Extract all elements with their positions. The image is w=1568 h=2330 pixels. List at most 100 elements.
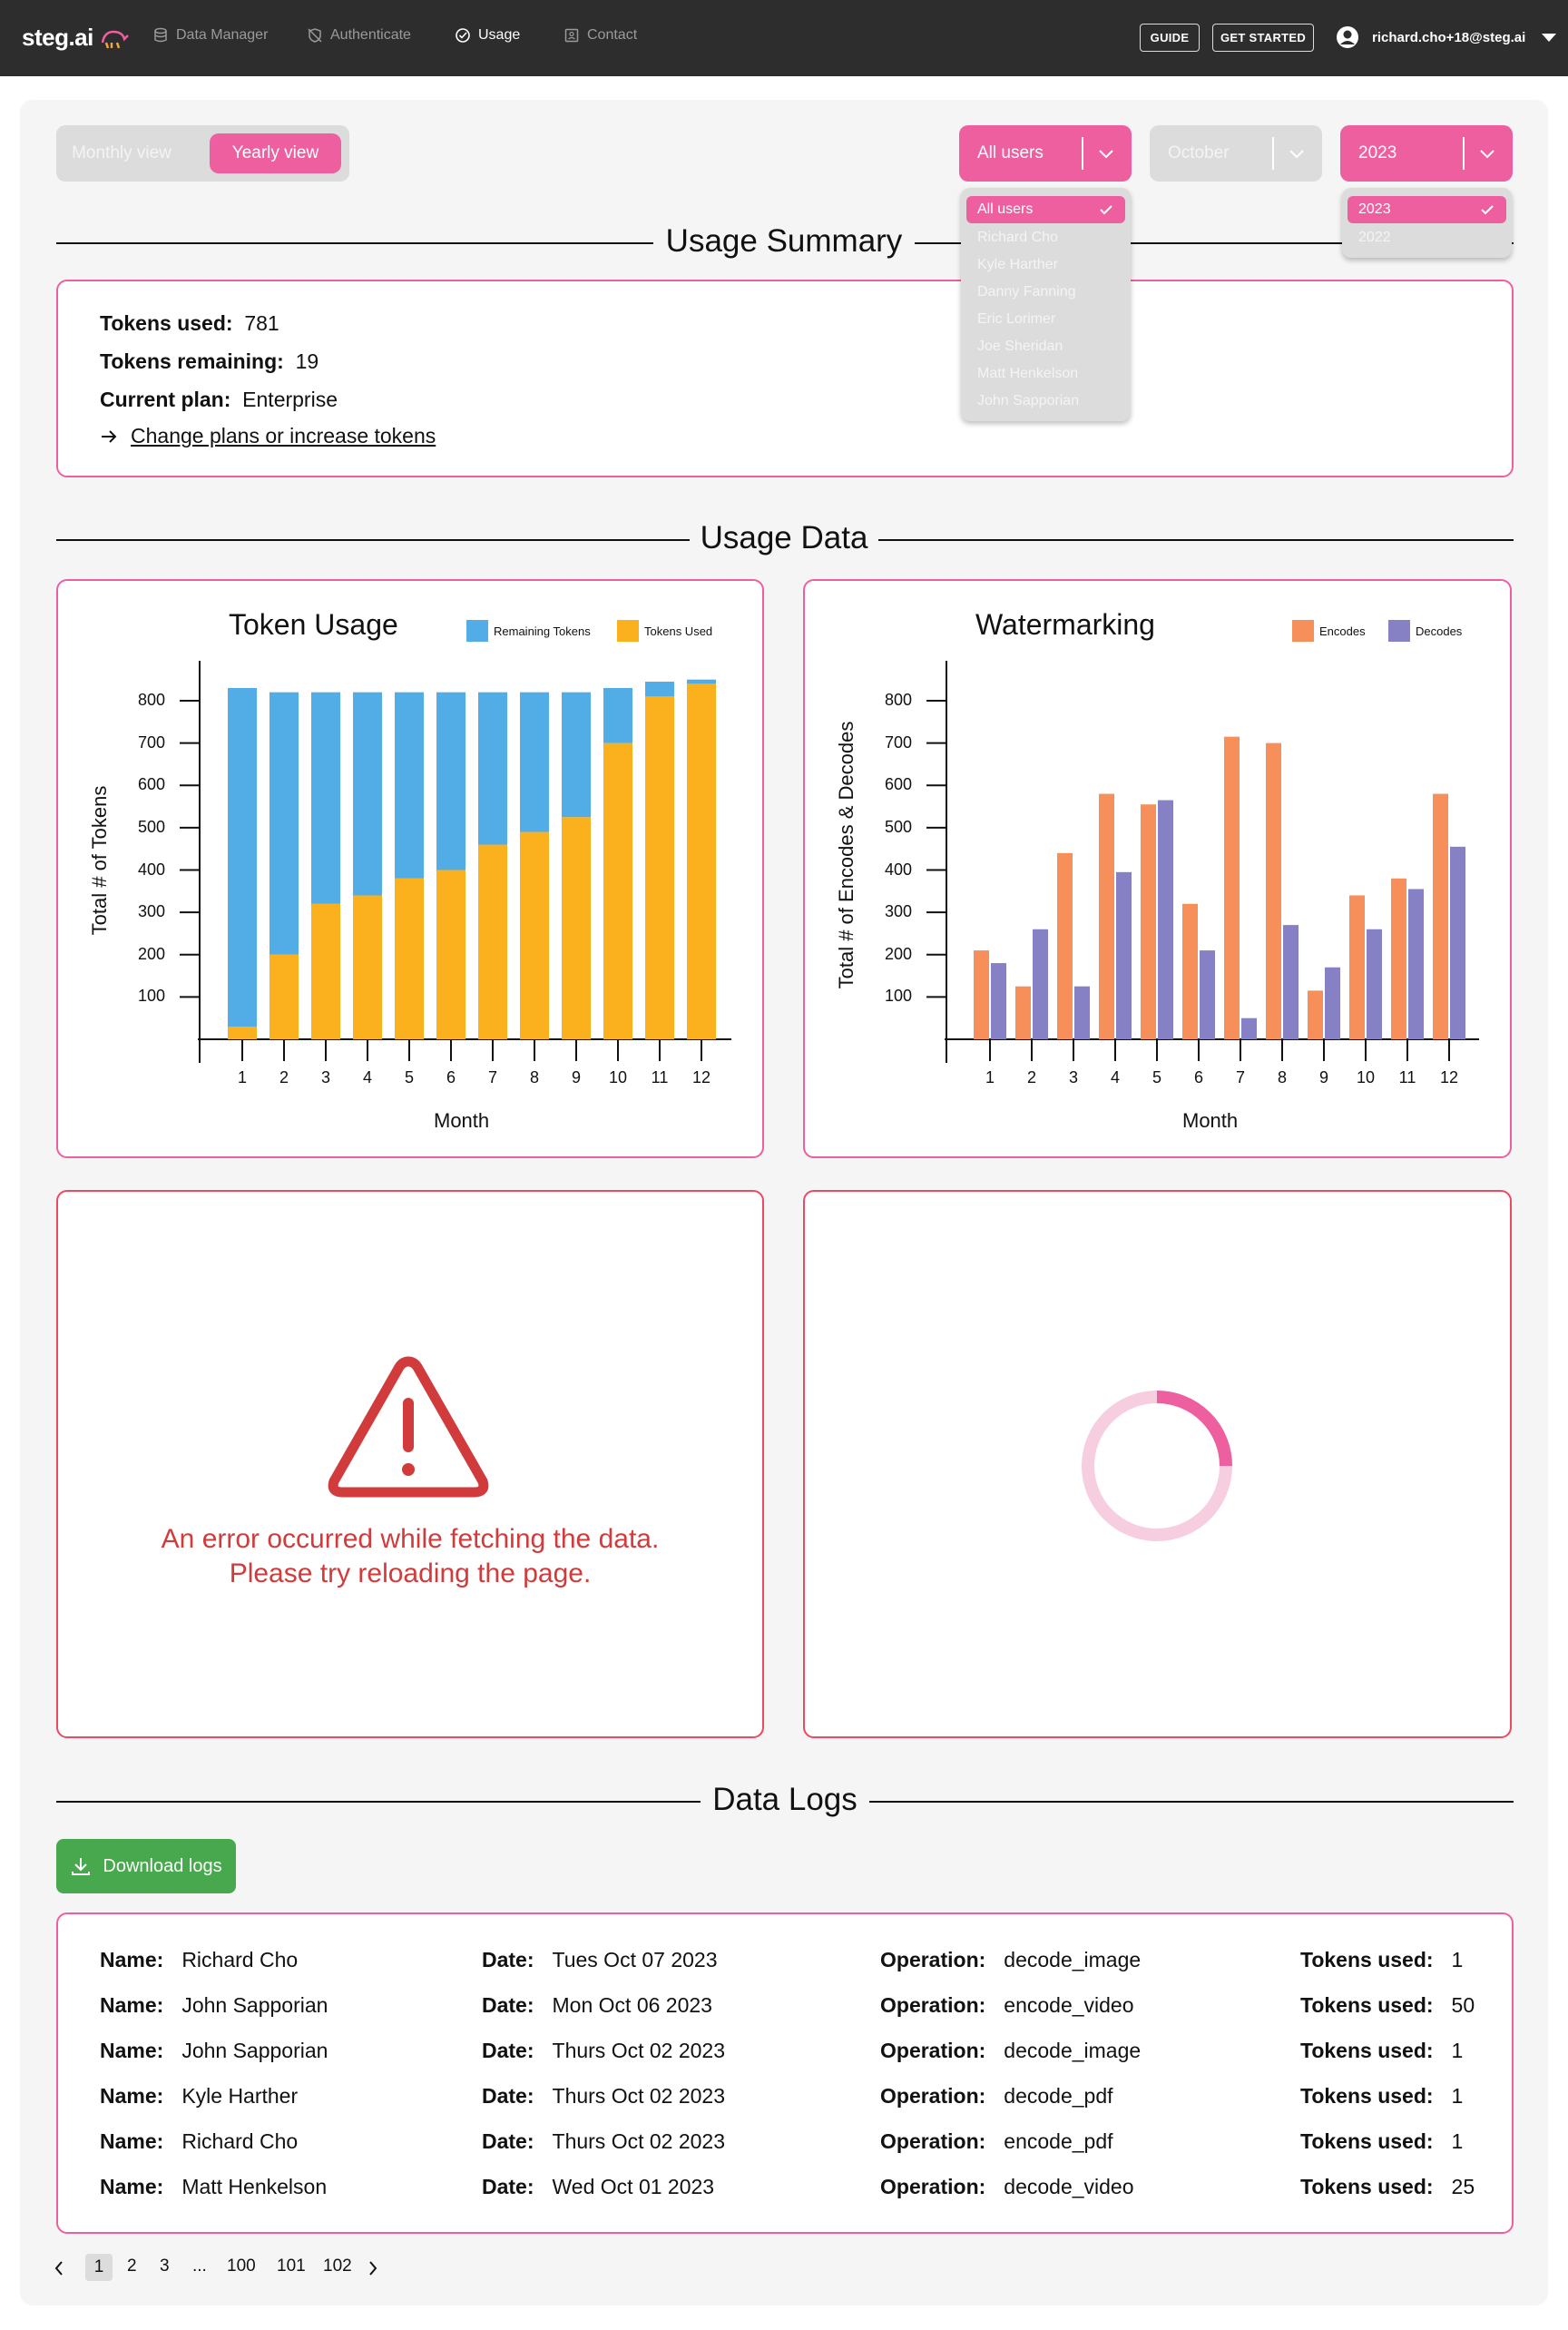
log-name-key: Name: xyxy=(100,2084,164,2108)
log-operation-value: decode_image xyxy=(1004,1948,1142,1971)
log-date-cell: Date: Wed Oct 01 2023 xyxy=(482,2175,714,2199)
log-operation-value: decode_image xyxy=(1004,2039,1142,2062)
log-tokens-cell: Tokens used: 50 xyxy=(1300,1993,1475,2018)
error-message: An error occurred while fetching the dat… xyxy=(56,1522,764,1591)
log-date-cell: Date: Thurs Oct 02 2023 xyxy=(482,2039,725,2063)
log-name-key: Name: xyxy=(100,1948,164,1971)
chevron-right-icon[interactable] xyxy=(367,2259,379,2277)
log-name-key: Name: xyxy=(100,2129,164,2153)
chevron-left-icon[interactable] xyxy=(53,2259,65,2277)
log-operation-value: encode_video xyxy=(1004,1993,1134,2017)
y-tick-label: 500 xyxy=(884,817,912,836)
log-operation-cell: Operation: encode_pdf xyxy=(880,2129,1113,2154)
log-date-cell: Date: Thurs Oct 02 2023 xyxy=(482,2084,725,2109)
log-tokens-value: 50 xyxy=(1451,1993,1475,2017)
log-operation-key: Operation: xyxy=(880,1993,986,2017)
log-tokens-cell: Tokens used: 1 xyxy=(1300,2084,1463,2109)
log-tokens-value: 1 xyxy=(1451,2084,1464,2108)
page-current[interactable]: 1 xyxy=(85,2254,113,2281)
log-tokens-cell: Tokens used: 1 xyxy=(1300,2039,1463,2063)
log-name-value: Richard Cho xyxy=(181,2129,299,2153)
log-tokens-key: Tokens used: xyxy=(1300,1993,1434,2017)
bar-decodes xyxy=(1408,889,1424,1039)
log-date-cell: Date: Tues Oct 07 2023 xyxy=(482,1948,718,1972)
bar-encodes xyxy=(1308,990,1323,1039)
page-link[interactable]: 2 xyxy=(127,2256,137,2276)
x-tick-label: 6 xyxy=(1193,1068,1203,1086)
log-tokens-cell: Tokens used: 1 xyxy=(1300,1948,1463,1972)
log-tokens-key: Tokens used: xyxy=(1300,2129,1434,2153)
download-logs-button[interactable]: Download logs xyxy=(56,1839,236,1893)
bar-encodes xyxy=(1099,793,1114,1039)
page-link[interactable]: 102 xyxy=(323,2256,352,2276)
error-line-1: An error occurred while fetching the dat… xyxy=(161,1524,660,1554)
page-link[interactable]: 3 xyxy=(160,2256,170,2276)
log-tokens-key: Tokens used: xyxy=(1300,2084,1434,2108)
bar-encodes xyxy=(974,950,989,1039)
log-date-cell: Date: Mon Oct 06 2023 xyxy=(482,1993,712,2018)
x-tick-label: 3 xyxy=(1068,1068,1078,1086)
x-tick-label: 5 xyxy=(1152,1068,1161,1086)
log-date-cell: Date: Thurs Oct 02 2023 xyxy=(482,2129,725,2154)
section-rule xyxy=(56,1801,701,1803)
bar-decodes xyxy=(1033,929,1048,1039)
bar-encodes xyxy=(1057,852,1073,1039)
bar-encodes xyxy=(1182,903,1198,1039)
log-name-value: John Sapporian xyxy=(181,1993,328,2017)
bar-decodes xyxy=(1200,950,1215,1039)
log-name-cell: Name: Matt Henkelson xyxy=(100,2175,327,2199)
log-date-key: Date: xyxy=(482,1993,534,2017)
bar-encodes xyxy=(1349,895,1365,1039)
log-name-value: John Sapporian xyxy=(181,2039,328,2062)
section-rule xyxy=(869,1801,1514,1803)
y-tick-label: 800 xyxy=(884,691,912,709)
y-tick-label: 100 xyxy=(884,987,912,1006)
log-operation-cell: Operation: decode_image xyxy=(880,2039,1141,2063)
log-date-value: Tues Oct 07 2023 xyxy=(552,1948,718,1971)
bar-decodes xyxy=(1367,929,1382,1039)
page-link[interactable]: 100 xyxy=(227,2256,256,2276)
log-tokens-cell: Tokens used: 25 xyxy=(1300,2175,1475,2199)
log-operation-cell: Operation: decode_pdf xyxy=(880,2084,1113,2109)
bar-encodes xyxy=(1266,742,1281,1039)
log-tokens-key: Tokens used: xyxy=(1300,2175,1434,2198)
x-tick-label: 11 xyxy=(1398,1068,1416,1086)
log-operation-value: encode_pdf xyxy=(1004,2129,1113,2153)
x-tick-label: 12 xyxy=(1439,1068,1459,1086)
page-link[interactable]: 101 xyxy=(277,2256,306,2276)
bar-decodes xyxy=(1241,1018,1257,1039)
y-tick-label: 400 xyxy=(884,860,912,879)
y-tick-label: 700 xyxy=(884,732,912,752)
bar-encodes xyxy=(1224,736,1240,1039)
bar-decodes xyxy=(1116,871,1132,1039)
bar-decodes xyxy=(1074,986,1090,1039)
log-date-value: Thurs Oct 02 2023 xyxy=(552,2084,726,2108)
log-name-value: Matt Henkelson xyxy=(181,2175,328,2198)
download-icon xyxy=(72,1858,91,1875)
x-tick-label: 1 xyxy=(985,1068,995,1086)
log-tokens-value: 1 xyxy=(1451,2039,1464,2062)
log-operation-cell: Operation: decode_video xyxy=(880,2175,1134,2199)
log-tokens-key: Tokens used: xyxy=(1300,1948,1434,1971)
bar-encodes xyxy=(1391,878,1406,1039)
log-operation-value: decode_pdf xyxy=(1004,2084,1113,2108)
y-tick-label: 600 xyxy=(884,775,912,794)
log-date-value: Mon Oct 06 2023 xyxy=(552,1993,712,2017)
bar-decodes xyxy=(1158,800,1173,1039)
log-date-key: Date: xyxy=(482,2039,534,2062)
log-name-key: Name: xyxy=(100,2039,164,2062)
log-tokens-cell: Tokens used: 1 xyxy=(1300,2129,1463,2154)
bar-decodes xyxy=(1450,846,1465,1039)
log-date-value: Wed Oct 01 2023 xyxy=(552,2175,715,2198)
x-tick-label: 8 xyxy=(1277,1068,1287,1086)
log-tokens-value: 25 xyxy=(1451,2175,1475,2198)
bar-encodes xyxy=(1141,804,1156,1039)
warning-triangle-icon xyxy=(328,1356,489,1498)
log-operation-cell: Operation: decode_image xyxy=(880,1948,1141,1972)
log-name-key: Name: xyxy=(100,1993,164,2017)
log-name-key: Name: xyxy=(100,2175,164,2198)
log-date-key: Date: xyxy=(482,2129,534,2153)
log-name-cell: Name: Kyle Harther xyxy=(100,2084,298,2109)
x-tick-label: 2 xyxy=(1026,1068,1036,1086)
x-tick-label: 9 xyxy=(1318,1068,1328,1086)
